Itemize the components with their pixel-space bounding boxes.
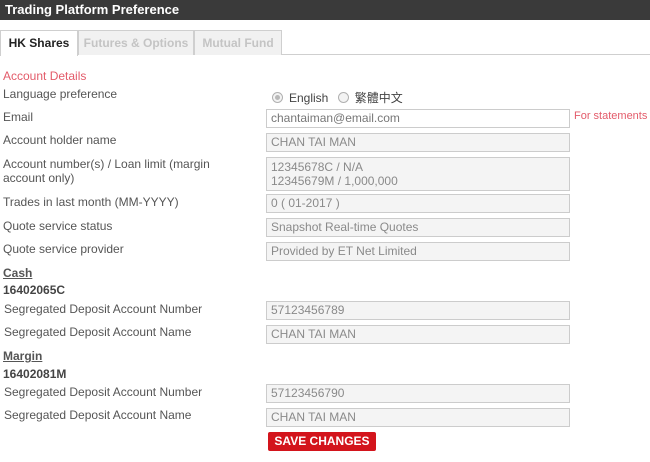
radio-chinese[interactable] xyxy=(337,92,349,103)
margin-deposit-name-field: CHAN TAI MAN xyxy=(266,408,570,427)
margin-deposit-name-label: Segregated Deposit Account Name xyxy=(4,408,192,422)
section-title-account-details: Account Details xyxy=(3,69,87,83)
account-numbers-line2: 12345679M / 1,000,000 xyxy=(271,174,398,188)
margin-account-id: 16402081M xyxy=(3,367,67,381)
radio-chinese-label[interactable]: 繁體中文 xyxy=(355,91,403,105)
language-radio-group: English 繁體中文 xyxy=(272,90,409,106)
email-field[interactable]: chantaiman@email.com xyxy=(266,109,570,128)
quote-status-label: Quote service status xyxy=(3,219,113,233)
cash-deposit-number-field: 57123456789 xyxy=(266,301,570,320)
quote-provider-field: Provided by ET Net Limited xyxy=(266,242,570,261)
tab-bar: HK Shares Futures & Options Mutual Fund xyxy=(0,30,650,56)
account-numbers-label: Account number(s) / Loan limit (margin a… xyxy=(3,157,253,185)
cash-deposit-name-label: Segregated Deposit Account Name xyxy=(4,325,192,339)
quote-status-field: Snapshot Real-time Quotes xyxy=(266,218,570,237)
email-note: For statements xyxy=(574,110,648,122)
email-label: Email xyxy=(3,110,34,124)
margin-deposit-number-label: Segregated Deposit Account Number xyxy=(4,385,203,399)
holder-field: CHAN TAI MAN xyxy=(266,133,570,152)
window-title: Trading Platform Preference xyxy=(0,0,650,20)
trades-label: Trades in last month (MM-YYYY) xyxy=(3,195,179,209)
account-numbers-field: 12345678C / N/A 12345679M / 1,000,000 xyxy=(266,157,570,191)
account-numbers-label-line1: Account number(s) / Loan limit (margin xyxy=(3,157,210,171)
tab-futures-options[interactable]: Futures & Options xyxy=(78,30,194,55)
account-numbers-label-line2: account only) xyxy=(3,171,75,185)
save-changes-button[interactable]: SAVE CHANGES xyxy=(268,432,376,451)
cash-deposit-number-label: Segregated Deposit Account Number xyxy=(4,302,203,316)
margin-heading: Margin xyxy=(3,349,43,363)
holder-label: Account holder name xyxy=(3,133,117,147)
margin-deposit-number-field: 57123456790 xyxy=(266,384,570,403)
quote-provider-label: Quote service provider xyxy=(3,242,124,256)
radio-english[interactable] xyxy=(272,92,283,103)
cash-heading: Cash xyxy=(3,266,33,280)
radio-english-label[interactable]: English xyxy=(289,91,328,105)
cash-account-id: 16402065C xyxy=(3,283,66,297)
trades-field: 0 ( 01-2017 ) xyxy=(266,194,570,213)
account-numbers-line1: 12345678C / N/A xyxy=(271,160,364,174)
language-label: Language preference xyxy=(3,87,118,101)
cash-deposit-name-field: CHAN TAI MAN xyxy=(266,325,570,344)
tab-hk-shares[interactable]: HK Shares xyxy=(0,30,78,56)
tab-mutual-fund[interactable]: Mutual Fund xyxy=(194,30,282,55)
